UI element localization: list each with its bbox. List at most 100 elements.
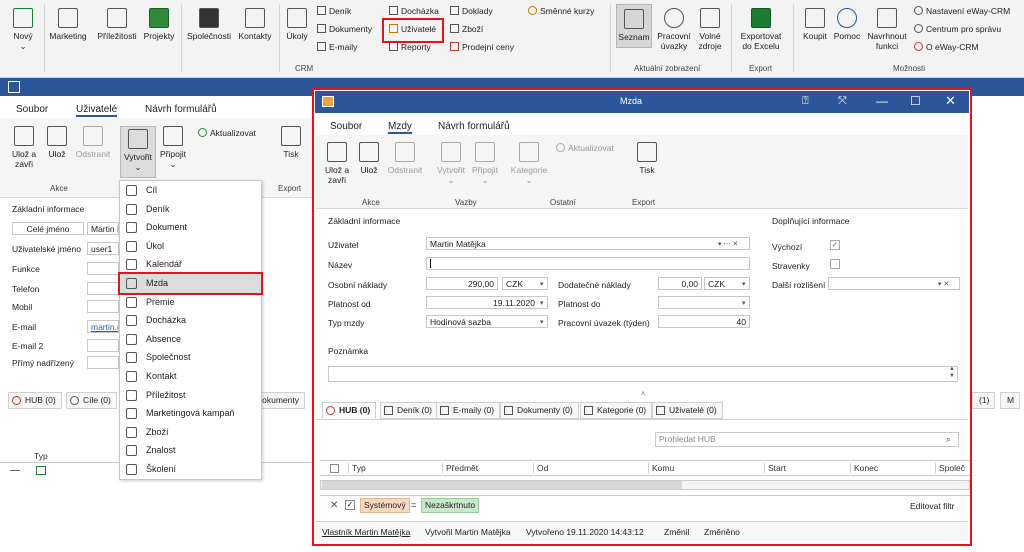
bg-tab-right-2[interactable]: M [1000, 392, 1021, 409]
export-excel-button[interactable]: Exportovat do Excelu [735, 8, 787, 51]
tasks-button[interactable]: Úkoly [282, 8, 312, 41]
menu-item-label: Cíl [146, 185, 157, 195]
help-button[interactable]: Pomoc [832, 8, 862, 41]
excel-icon [751, 8, 771, 28]
tab-users[interactable]: Uživatelé [76, 104, 118, 117]
tab-form-design[interactable]: Návrh formulářů [145, 104, 217, 115]
menu-item-label: Příležitost [146, 389, 186, 400]
group-crm-label: CRM [295, 64, 314, 73]
save-button[interactable]: Ulož [44, 126, 70, 159]
basic-info-heading: Základní informace [12, 204, 85, 214]
attach-button[interactable]: Připojit ⌄ [158, 126, 188, 169]
training-icon [126, 464, 137, 475]
marketing-button[interactable]: Marketing [46, 8, 90, 41]
full-name-button[interactable]: Celé jméno [12, 222, 84, 235]
menu-item-0[interactable]: Cíl [120, 181, 261, 200]
function-input[interactable] [87, 262, 119, 275]
menu-item-8[interactable]: Absence [120, 330, 261, 349]
print-button[interactable]: Tisk [278, 126, 304, 159]
price-list-link[interactable]: Prodejní ceny [450, 42, 514, 53]
list-view-button[interactable]: Seznam [616, 4, 652, 48]
contacts-button[interactable]: Kontakty [235, 8, 275, 41]
group-export-label: Export [749, 64, 773, 73]
menu-item-label: Dokument [146, 222, 188, 233]
invoices-link[interactable]: Doklady [450, 6, 493, 17]
admin-center-link[interactable]: Centrum pro správu [914, 24, 1001, 35]
emails-link[interactable]: E-maily [317, 42, 357, 53]
create-button[interactable]: Vytvořit ⌄ [120, 126, 156, 178]
goods-link[interactable]: Zboží [450, 24, 483, 35]
menu-item-2[interactable]: Dokument [120, 218, 261, 237]
buy-button[interactable]: Koupit [798, 8, 832, 41]
menu-item-1[interactable]: Deník [120, 200, 261, 219]
full-name-input[interactable]: Martin M [87, 222, 119, 235]
menu-item-13[interactable]: Zboží [120, 423, 261, 442]
delete-button[interactable]: Odstranit [72, 126, 114, 159]
bg-tab-goals[interactable]: Cíle (0) [66, 392, 117, 409]
menu-item-3[interactable]: Úkol [120, 237, 261, 256]
username-input[interactable]: user1 [87, 242, 119, 255]
goods-icon [126, 426, 137, 438]
exchange-rates-link[interactable]: Směnné kurzy [528, 6, 594, 17]
refresh-button[interactable]: Aktualizovat [198, 128, 256, 139]
projects-button[interactable]: Projekty [140, 8, 178, 41]
mobile-input[interactable] [87, 300, 119, 313]
cart-icon [805, 8, 825, 28]
campaign-icon [126, 408, 137, 420]
reports-link[interactable]: Reporty [389, 42, 431, 53]
attendance-link[interactable]: Docházka [389, 6, 439, 17]
suggest-feature-button[interactable]: Navrhnout funkci [864, 8, 910, 51]
opportunities-button[interactable]: Příležitosti [94, 8, 140, 41]
documents-link[interactable]: Dokumenty [317, 24, 372, 35]
bg-col-type[interactable]: Typ [34, 451, 48, 461]
email-input[interactable]: martin.m [87, 320, 119, 333]
menu-item-label: Úkol [146, 240, 165, 251]
settings-link[interactable]: Nastavení eWay-CRM [914, 6, 1010, 17]
menu-item-12[interactable]: Marketingová kampaň [120, 404, 261, 423]
menu-item-11[interactable]: Příležitost [120, 386, 261, 405]
menu-item-9[interactable]: Společnost [120, 348, 261, 367]
username-label: Uživatelské jméno [12, 244, 81, 254]
menu-item-label: Docházka [146, 315, 187, 326]
save-icon [47, 126, 67, 146]
group-export-label-bg: Export [278, 184, 302, 193]
phone-label: Telefon [12, 284, 40, 294]
task-icon [126, 240, 137, 252]
menu-item-label: Deník [146, 203, 170, 214]
trash-icon [83, 126, 103, 146]
app-logo-icon [8, 81, 20, 93]
group-current-view-label: Aktuální zobrazení [634, 64, 701, 73]
work-contracts-button[interactable]: Pracovní úvazky [655, 8, 693, 51]
menu-item-6[interactable]: Prémie [120, 293, 261, 312]
tab-file[interactable]: Soubor [16, 104, 48, 115]
menu-item-label: Znalost [146, 445, 176, 456]
report-icon [389, 42, 398, 51]
menu-item-label: Marketingová kampaň [146, 408, 235, 419]
attendance-icon [126, 315, 137, 327]
bg-tab-right-1[interactable]: (1) [972, 392, 996, 409]
about-link[interactable]: O eWay-CRM [914, 42, 979, 53]
save-close-button[interactable]: Ulož a zavři [8, 126, 40, 169]
hub-icon [12, 396, 21, 405]
menu-item-15[interactable]: Školení [120, 460, 261, 479]
bg-tab-hub[interactable]: HUB (0) [8, 392, 62, 409]
calendar-icon [700, 8, 720, 28]
mobile-label: Mobil [12, 302, 33, 312]
knowledge-icon [126, 445, 137, 457]
menu-item-label: Školení [146, 464, 177, 474]
excel-row-icon [36, 466, 46, 475]
companies-button[interactable]: Společnosti [183, 8, 235, 41]
email2-label: E-mail 2 [12, 341, 44, 351]
menu-item-10[interactable]: Kontakt [120, 367, 261, 386]
new-button[interactable]: Nový ⌄ [8, 8, 38, 51]
phone-input[interactable] [87, 282, 119, 295]
free-resources-button[interactable]: Volné zdroje [693, 8, 727, 51]
menu-item-14[interactable]: Znalost [120, 441, 261, 460]
save-close-icon [14, 126, 34, 146]
supervisor-input[interactable] [87, 356, 119, 369]
journal-link[interactable]: Deník [317, 6, 351, 17]
menu-item-label: Kalendář [146, 259, 183, 270]
menu-item-7[interactable]: Docházka [120, 311, 261, 330]
email2-input[interactable] [87, 339, 119, 352]
row-collapse-icon[interactable] [10, 470, 20, 471]
